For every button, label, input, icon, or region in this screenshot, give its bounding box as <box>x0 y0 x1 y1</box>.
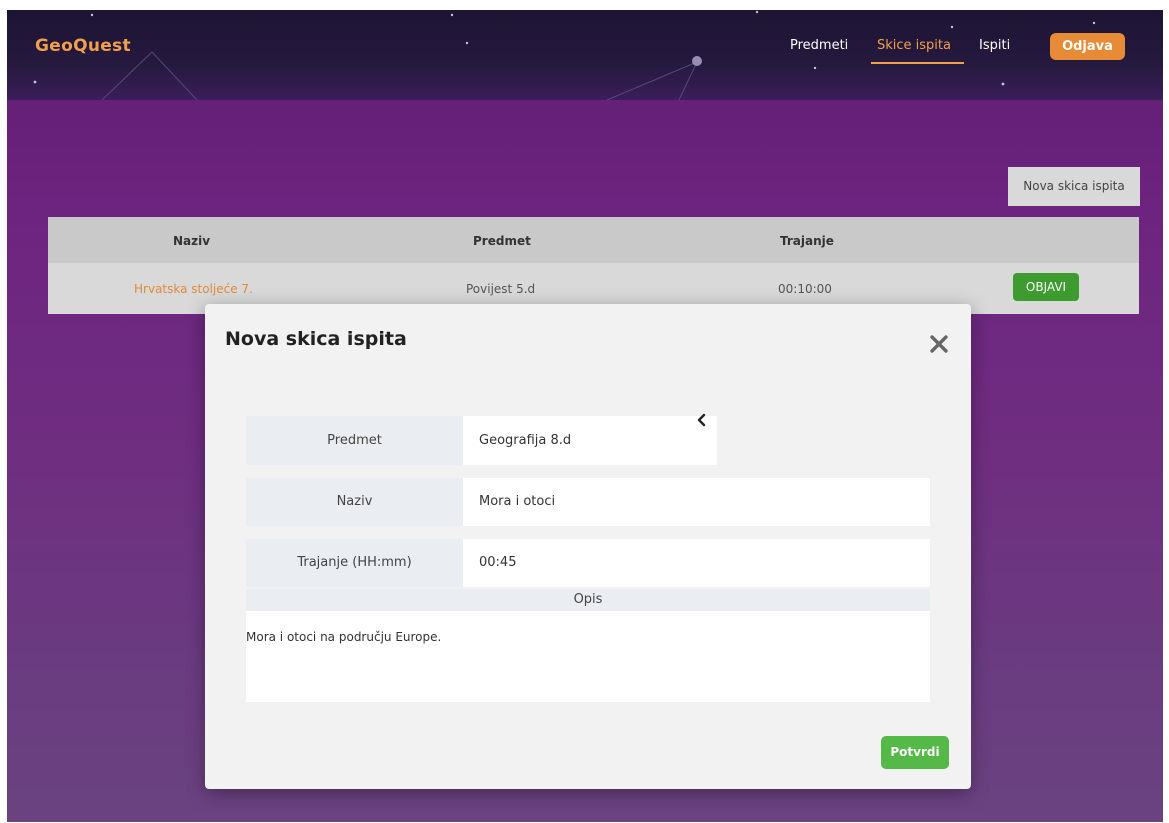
description-label: Opis <box>246 589 930 611</box>
new-draft-modal: Nova skica ispita Predmet Geografija 8.d… <box>205 304 971 789</box>
column-header-trajanje: Trajanje <box>780 234 834 248</box>
app-window: GeoQuest Predmeti Skice ispita Ispiti Od… <box>7 10 1163 822</box>
active-nav-underline <box>871 62 964 64</box>
column-header-naziv: Naziv <box>173 234 211 248</box>
nav-item-skice-ispita[interactable]: Skice ispita <box>877 38 951 53</box>
column-header-predmet: Predmet <box>473 234 531 248</box>
row-duration: 00:10:00 <box>778 282 832 296</box>
table-header: Naziv Predmet Trajanje <box>48 217 1139 263</box>
row-name-link[interactable]: Hrvatska stoljeće 7. <box>134 282 253 296</box>
duration-label: Trajanje (HH:mm) <box>246 539 463 587</box>
logout-button[interactable]: Odjava <box>1050 33 1125 60</box>
row-subject: Povijest 5.d <box>466 282 536 296</box>
chevron-left-icon[interactable] <box>695 413 709 427</box>
top-navbar: GeoQuest Predmeti Skice ispita Ispiti Od… <box>7 10 1163 100</box>
close-icon[interactable] <box>927 332 951 356</box>
name-label: Naziv <box>246 478 463 526</box>
subject-select[interactable]: Geografija 8.d <box>463 416 717 465</box>
publish-button[interactable]: OBJAVI <box>1013 273 1079 301</box>
brand-logo[interactable]: GeoQuest <box>35 36 131 56</box>
nav-item-predmeti[interactable]: Predmeti <box>790 38 848 53</box>
description-textarea[interactable]: Mora i otoci na području Europe. <box>246 611 930 702</box>
subject-label: Predmet <box>246 416 463 465</box>
name-input[interactable]: Mora i otoci <box>463 478 930 526</box>
nav-item-ispiti[interactable]: Ispiti <box>979 38 1010 53</box>
new-draft-button[interactable]: Nova skica ispita <box>1008 167 1140 206</box>
modal-title: Nova skica ispita <box>225 328 407 350</box>
subject-select-value: Geografija 8.d <box>479 433 572 448</box>
constellation-decoration <box>33 10 1096 100</box>
confirm-button[interactable]: Potvrdi <box>881 736 949 769</box>
duration-input[interactable]: 00:45 <box>463 539 930 587</box>
